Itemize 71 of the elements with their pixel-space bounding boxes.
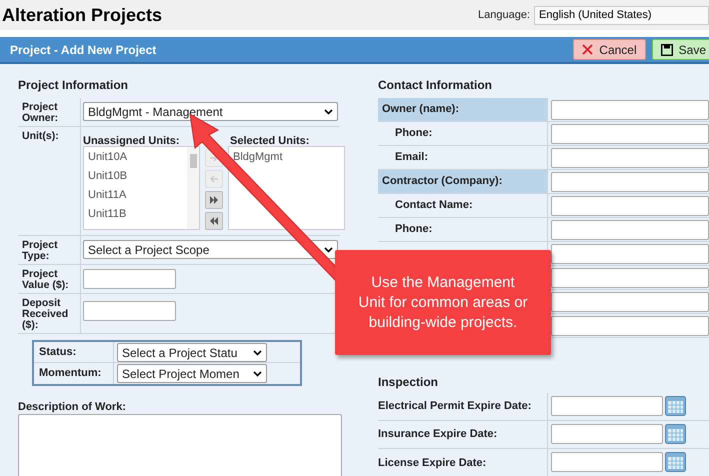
input-field[interactable] xyxy=(551,244,709,264)
input-field[interactable] xyxy=(551,100,709,120)
unit-item[interactable]: Unit10B xyxy=(84,167,187,186)
unit-item[interactable]: Unit10A xyxy=(84,148,187,167)
list-heading: Unassigned Units: xyxy=(83,134,181,146)
input-field[interactable] xyxy=(551,196,709,216)
input-field[interactable] xyxy=(83,269,176,289)
callout-box: Use the Management Unit for common areas or building-wide projects. xyxy=(335,250,551,355)
cancel-button[interactable]: Cancel xyxy=(573,39,646,60)
input-field[interactable] xyxy=(551,172,709,192)
field-label: Contractor (Company): xyxy=(382,174,502,190)
arrow-icon xyxy=(208,194,220,206)
chevron-down-icon xyxy=(324,246,333,252)
chevron-down-icon xyxy=(253,350,262,356)
calendar-icon[interactable] xyxy=(665,396,686,416)
unit-item[interactable]: Unit11A xyxy=(84,186,187,205)
owner-select[interactable]: BldgMgmt - Management xyxy=(83,102,338,121)
field-label: Phone: xyxy=(395,126,432,142)
status-select[interactable]: Select a Project Statu xyxy=(117,343,267,362)
move-button[interactable] xyxy=(205,212,223,230)
field-label: Deposit Received ($): xyxy=(22,298,70,331)
project-type-select[interactable]: Select a Project Scope xyxy=(83,240,338,259)
input-field[interactable] xyxy=(551,220,709,240)
page-title: Alteration Projects xyxy=(2,4,162,27)
unit-item[interactable]: Unit11B xyxy=(84,205,187,224)
arrow-icon xyxy=(208,152,220,164)
input-field[interactable] xyxy=(83,301,176,321)
calendar-icon[interactable] xyxy=(665,452,686,472)
field-label: Description of Work: xyxy=(18,400,127,412)
move-button[interactable] xyxy=(205,191,223,209)
unit-item[interactable]: BldgMgmt xyxy=(229,148,344,167)
description-textarea[interactable] xyxy=(18,414,342,476)
chevron-down-icon xyxy=(324,108,333,114)
arrow-icon xyxy=(208,173,220,185)
arrow-icon xyxy=(208,215,220,227)
field-label: Momentum: xyxy=(39,366,102,382)
selected-list[interactable]: BldgMgmt xyxy=(228,146,345,230)
unassigned-list[interactable]: Unit10A Unit10B Unit11A Unit11B xyxy=(83,146,200,230)
chevron-down-icon xyxy=(253,370,262,376)
field-label: Project Type: xyxy=(22,240,59,262)
input-field[interactable] xyxy=(551,452,663,472)
close-icon xyxy=(582,44,594,55)
input-field[interactable] xyxy=(551,268,709,288)
field-label: Unit(s): xyxy=(22,131,60,142)
input-field[interactable] xyxy=(551,124,709,144)
field-label: Insurance Expire Date: xyxy=(378,427,498,442)
input-field[interactable] xyxy=(551,396,663,416)
input-field[interactable] xyxy=(551,424,663,444)
field-label: Owner (name): xyxy=(382,102,460,118)
language-select[interactable]: English (United States) xyxy=(534,6,709,24)
field-label: Phone: xyxy=(395,222,432,238)
section-heading: Contact Information xyxy=(378,77,493,94)
panel-title: Project - Add New Project xyxy=(10,42,156,58)
input-field[interactable] xyxy=(551,316,709,336)
field-label: Electrical Permit Expire Date: xyxy=(378,399,532,414)
section-heading: Inspection xyxy=(378,374,440,391)
section-heading: Project Information xyxy=(18,77,130,94)
language-label: Language: xyxy=(478,8,530,23)
field-label: Project Value ($): xyxy=(22,269,70,291)
list-heading: Selected Units: xyxy=(229,134,310,146)
field-label: Email: xyxy=(395,150,428,166)
momentum-select[interactable]: Select Project Momen xyxy=(117,364,267,383)
field-label: Contact Name: xyxy=(395,198,473,214)
save-button[interactable]: Save xyxy=(652,39,709,60)
input-field[interactable] xyxy=(551,148,709,168)
input-field[interactable] xyxy=(551,292,709,312)
field-label: Status: xyxy=(39,344,76,360)
calendar-icon[interactable] xyxy=(665,424,686,444)
field-label: License Expire Date: xyxy=(378,456,486,471)
scrollbar[interactable] xyxy=(187,147,199,229)
field-label: Project Owner: xyxy=(22,102,60,124)
